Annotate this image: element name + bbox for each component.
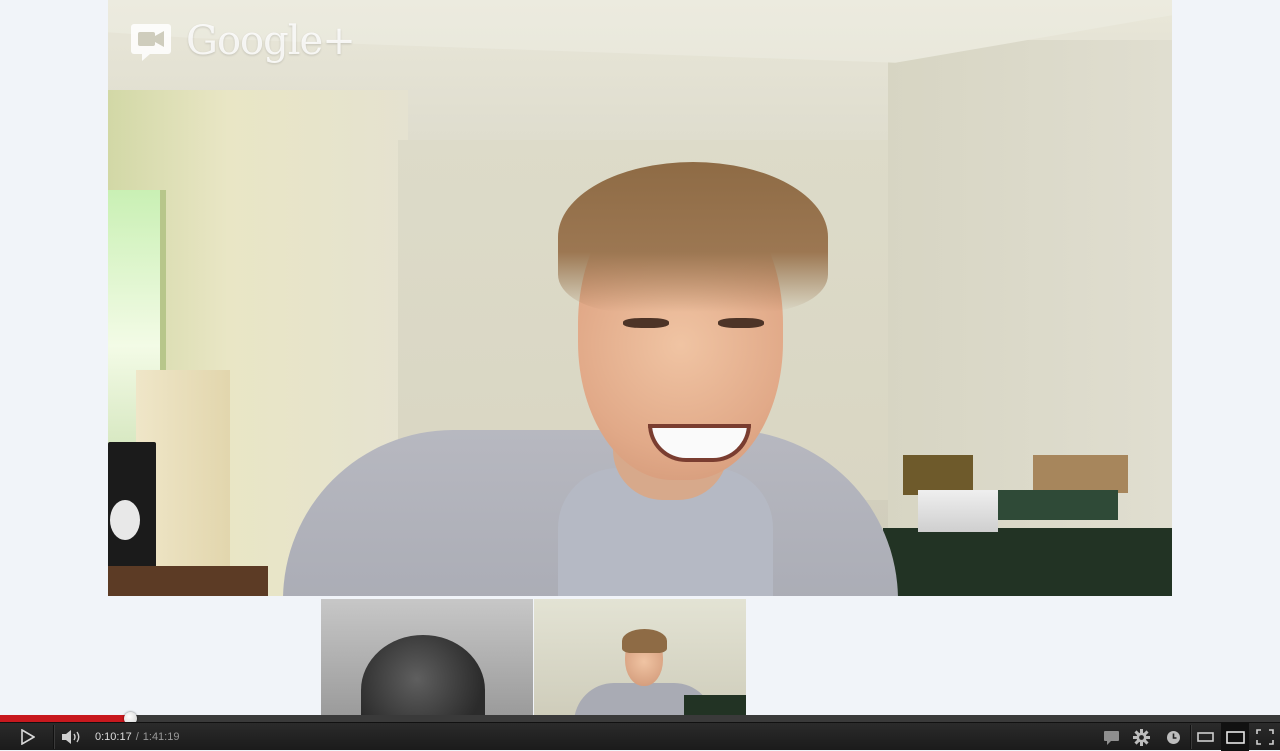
room-shelf-box: [1033, 455, 1128, 493]
participant-desk: [684, 695, 746, 715]
participant-thumbnail[interactable]: [321, 599, 533, 715]
participant-thumbnail[interactable]: [534, 599, 746, 715]
video-stage[interactable]: Google+: [0, 0, 1280, 715]
play-icon: [21, 729, 35, 745]
participant-hair: [622, 629, 667, 653]
person-eye-left: [623, 318, 669, 328]
current-time: 0:10:17: [95, 731, 132, 743]
fullscreen-button[interactable]: [1252, 723, 1278, 751]
control-separator: [1190, 725, 1192, 749]
time-display: 0:10:17 / 1:41:19: [95, 723, 179, 751]
captions-icon: [1103, 730, 1119, 745]
clock-icon: [1166, 730, 1180, 744]
room-shelf-item: [903, 455, 973, 495]
control-separator: [53, 725, 55, 749]
main-video-feed[interactable]: [108, 0, 1172, 596]
google-plus-logo-text: Google+: [186, 18, 356, 64]
volume-icon: [62, 730, 80, 744]
room-desk-left: [108, 566, 268, 596]
progress-bar[interactable]: [0, 712, 1280, 725]
person-hair: [558, 162, 828, 312]
speaker-cone: [110, 500, 140, 540]
room-papers: [918, 490, 998, 532]
fullscreen-icon: [1256, 729, 1274, 745]
participant-silhouette: [361, 635, 485, 715]
small-player-icon: [1196, 732, 1214, 742]
person-eye-right: [718, 318, 764, 328]
time-separator: /: [135, 731, 139, 743]
large-player-icon: [1225, 730, 1245, 744]
small-player-button[interactable]: [1193, 723, 1217, 751]
room-desk-right: [883, 528, 1172, 596]
duration: 1:41:19: [142, 731, 180, 743]
watch-later-button[interactable]: [1161, 723, 1185, 751]
progress-played: [0, 715, 130, 722]
captions-button[interactable]: [1099, 723, 1123, 751]
player-control-bar: 0:10:17 / 1:41:19: [0, 722, 1280, 751]
large-player-button[interactable]: [1221, 723, 1249, 751]
google-plus-watermark: Google+: [130, 18, 356, 64]
room-shelf-item: [993, 490, 1118, 520]
play-button[interactable]: [12, 723, 44, 751]
video-camera-icon: [131, 24, 171, 61]
settings-button[interactable]: [1129, 723, 1153, 751]
volume-button[interactable]: [58, 723, 86, 751]
gear-icon: [1132, 728, 1150, 746]
